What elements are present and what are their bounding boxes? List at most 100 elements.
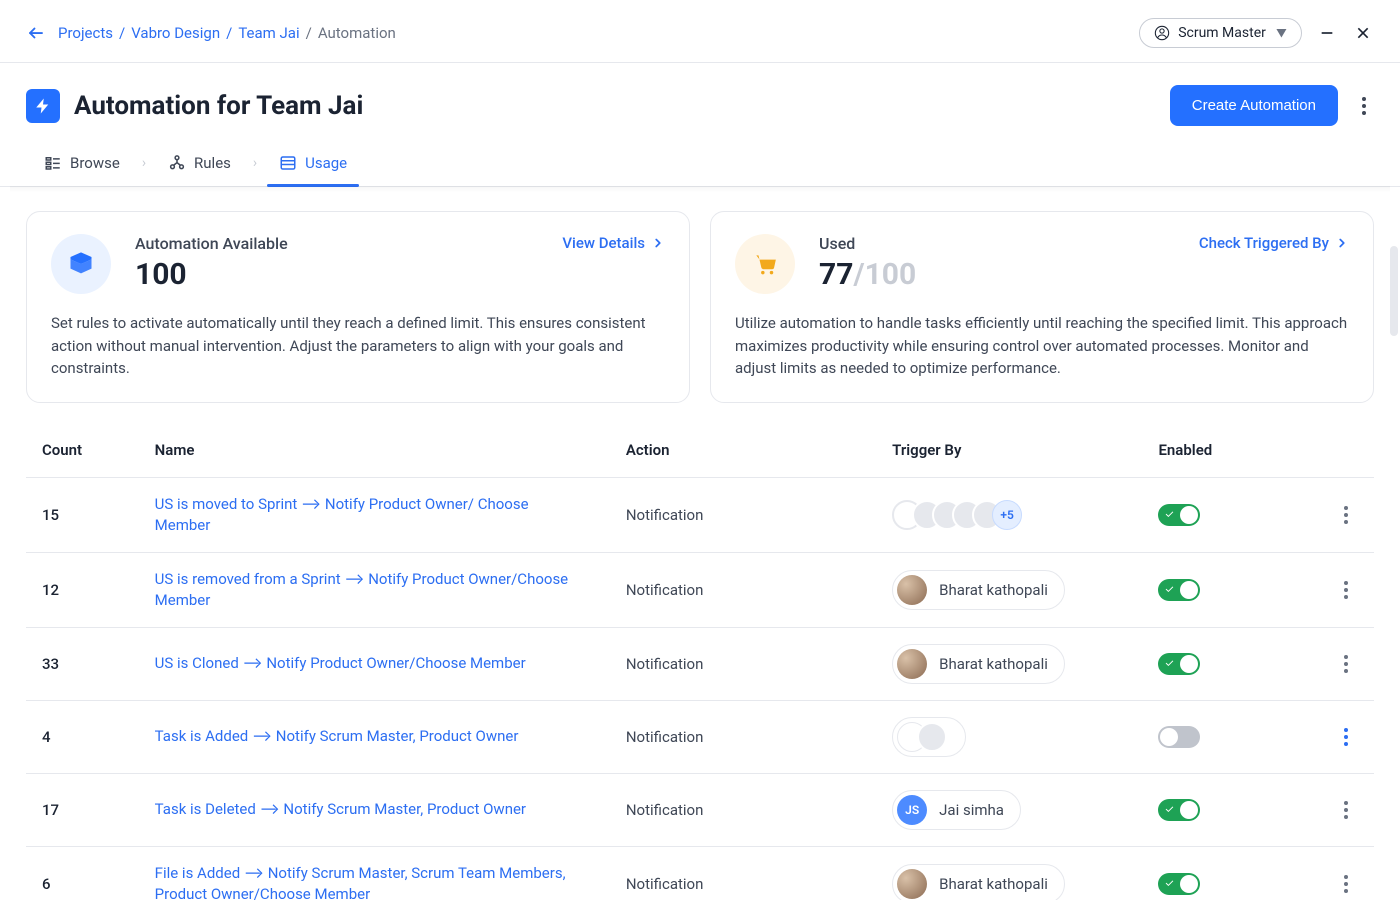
breadcrumb-link[interactable]: Vabro Design <box>131 24 220 42</box>
page-title: Automation for Team Jai <box>74 91 363 121</box>
automation-name-link[interactable]: File is Added ⟶ Notify Scrum Master, Scr… <box>155 863 575 900</box>
breadcrumb-sep: / <box>119 24 125 42</box>
trigger-empty[interactable] <box>892 717 966 757</box>
card-title: Automation Available <box>135 234 562 253</box>
cell-trigger: JS Jai simha <box>876 773 1142 846</box>
row-menu[interactable] <box>1343 580 1363 600</box>
cell-count: 12 <box>26 552 139 627</box>
trigger-avatar-stack[interactable]: +5 <box>892 500 1132 530</box>
table-row: 6 File is Added ⟶ Notify Scrum Master, S… <box>26 846 1374 900</box>
row-menu[interactable] <box>1343 654 1363 674</box>
cell-enabled <box>1142 700 1326 773</box>
automation-table: Count Name Action Trigger By Enabled 15 … <box>26 423 1374 900</box>
enabled-toggle[interactable] <box>1158 873 1200 895</box>
role-picker[interactable]: Scrum Master ▼ <box>1139 18 1302 48</box>
automation-name-link[interactable]: US is removed from a Sprint ⟶ Notify Pro… <box>155 569 575 611</box>
trigger-pill[interactable]: Bharat kathopali <box>892 644 1065 684</box>
automation-icon <box>26 89 60 123</box>
cell-count: 4 <box>26 700 139 773</box>
breadcrumb: Projects / Vabro Design / Team Jai / Aut… <box>58 24 396 42</box>
col-action: Action <box>610 423 876 478</box>
breadcrumb-sep: / <box>226 24 232 42</box>
cell-action: Notification <box>610 552 876 627</box>
page-menu[interactable] <box>1354 94 1374 118</box>
card-available: Automation Available 100 View Details Se… <box>26 211 690 403</box>
tab-browse[interactable]: Browse <box>36 144 128 186</box>
cell-trigger <box>876 700 1142 773</box>
avatar <box>897 649 927 679</box>
user-icon <box>1154 25 1170 41</box>
row-menu[interactable] <box>1343 727 1363 747</box>
cell-trigger: Bharat kathopali <box>876 627 1142 700</box>
enabled-toggle[interactable] <box>1158 799 1200 821</box>
link-label: Check Triggered By <box>1199 234 1329 252</box>
rules-icon <box>168 154 186 172</box>
trigger-pill[interactable]: Bharat kathopali <box>892 570 1065 610</box>
enabled-toggle[interactable] <box>1158 726 1200 748</box>
window-minimize[interactable] <box>1316 22 1338 44</box>
col-trigger-by: Trigger By <box>876 423 1142 478</box>
check-triggered-link[interactable]: Check Triggered By <box>1199 234 1349 252</box>
trigger-pill[interactable]: JS Jai simha <box>892 790 1021 830</box>
card-description: Set rules to activate automatically unti… <box>51 312 665 380</box>
table-row: 17 Task is Deleted ⟶ Notify Scrum Master… <box>26 773 1374 846</box>
avatar: JS <box>897 795 927 825</box>
tab-label: Browse <box>70 154 120 172</box>
cell-action: Notification <box>610 846 876 900</box>
breadcrumb-sep: / <box>306 24 312 42</box>
cell-trigger: +5 <box>876 477 1142 552</box>
row-menu[interactable] <box>1343 505 1363 525</box>
scrollbar[interactable] <box>1390 246 1398 336</box>
cell-enabled <box>1142 846 1326 900</box>
automation-name-link[interactable]: US is Cloned ⟶ Notify Product Owner/Choo… <box>155 653 526 674</box>
cell-enabled <box>1142 627 1326 700</box>
table-row: 33 US is Cloned ⟶ Notify Product Owner/C… <box>26 627 1374 700</box>
avatar <box>897 869 927 899</box>
tab-usage[interactable]: Usage <box>271 144 355 186</box>
cell-count: 15 <box>26 477 139 552</box>
tab-sep: › <box>249 155 261 175</box>
cell-enabled <box>1142 477 1326 552</box>
breadcrumb-link[interactable]: Projects <box>58 24 113 42</box>
view-details-link[interactable]: View Details <box>562 234 665 252</box>
cell-action: Notification <box>610 627 876 700</box>
table-row: 12 US is removed from a Sprint ⟶ Notify … <box>26 552 1374 627</box>
col-enabled: Enabled <box>1142 423 1326 478</box>
chevron-right-icon <box>1335 236 1349 250</box>
breadcrumb-link[interactable]: Team Jai <box>238 24 299 42</box>
back-arrow[interactable] <box>26 23 46 43</box>
automation-name-link[interactable]: US is moved to Sprint ⟶ Notify Product O… <box>155 494 575 536</box>
create-automation-button[interactable]: Create Automation <box>1170 85 1338 126</box>
card-value: 77/100 <box>819 257 1199 292</box>
browse-icon <box>44 154 62 172</box>
cell-count: 33 <box>26 627 139 700</box>
card-description: Utilize automation to handle tasks effic… <box>735 312 1349 380</box>
cell-action: Notification <box>610 477 876 552</box>
more-badge[interactable]: +5 <box>992 500 1022 530</box>
breadcrumb-current: Automation <box>318 24 396 42</box>
cell-enabled <box>1142 773 1326 846</box>
row-menu[interactable] <box>1343 800 1363 820</box>
trigger-name: Bharat kathopali <box>939 875 1048 893</box>
cell-trigger: Bharat kathopali <box>876 552 1142 627</box>
chevron-right-icon <box>651 236 665 250</box>
trigger-name: Bharat kathopali <box>939 655 1048 673</box>
card-title: Used <box>819 234 1199 253</box>
row-menu[interactable] <box>1343 874 1363 894</box>
enabled-toggle[interactable] <box>1158 653 1200 675</box>
automation-name-link[interactable]: Task is Added ⟶ Notify Scrum Master, Pro… <box>155 726 519 747</box>
tab-label: Rules <box>194 154 231 172</box>
avatar <box>897 575 927 605</box>
col-name: Name <box>139 423 610 478</box>
trigger-name: Bharat kathopali <box>939 581 1048 599</box>
automation-name-link[interactable]: Task is Deleted ⟶ Notify Scrum Master, P… <box>155 799 526 820</box>
trigger-pill[interactable]: Bharat kathopali <box>892 864 1065 900</box>
card-value: 100 <box>135 257 562 292</box>
tab-rules[interactable]: Rules <box>160 144 239 186</box>
cell-action: Notification <box>610 773 876 846</box>
caret-down-icon: ▼ <box>1276 26 1287 40</box>
trigger-name: Jai simha <box>939 801 1004 819</box>
enabled-toggle[interactable] <box>1158 579 1200 601</box>
enabled-toggle[interactable] <box>1158 504 1200 526</box>
window-close[interactable] <box>1352 22 1374 44</box>
